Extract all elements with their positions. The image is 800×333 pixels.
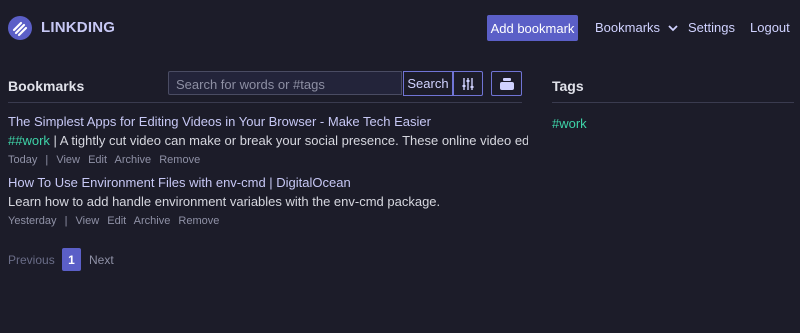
pagination-previous: Previous — [8, 253, 55, 267]
bookmark-actions: Today | View Edit Archive Remove — [8, 153, 528, 167]
bookmark-description-text: | A tightly cut video can make or break … — [49, 133, 528, 148]
sliders-icon — [462, 77, 474, 90]
linkding-logo-icon[interactable] — [8, 16, 32, 40]
bookmark-date: Yesterday — [8, 215, 57, 227]
bookmark-actions: Yesterday | View Edit Archive Remove — [8, 214, 528, 228]
bookmarks-heading: Bookmarks — [8, 78, 85, 94]
view-link[interactable]: View — [76, 215, 100, 227]
bulk-edit-button[interactable] — [491, 71, 522, 96]
bookmark-item: The Simplest Apps for Editing Videos in … — [8, 114, 528, 167]
bookmark-item: How To Use Environment Files with env-cm… — [8, 175, 528, 228]
nav-bookmarks-dropdown[interactable]: Bookmarks — [595, 20, 678, 35]
search-options-button[interactable] — [453, 71, 483, 96]
tags-divider — [552, 102, 794, 103]
tags-heading: Tags — [552, 78, 584, 94]
remove-link[interactable]: Remove — [159, 154, 200, 166]
actions-separator: | — [64, 215, 68, 227]
bookmark-tag-link[interactable]: ##work — [8, 133, 50, 148]
bookmark-title-link[interactable]: The Simplest Apps for Editing Videos in … — [8, 114, 528, 130]
archive-link[interactable]: Archive — [114, 154, 151, 166]
actions-separator: | — [45, 154, 49, 166]
view-link[interactable]: View — [56, 154, 80, 166]
bookmark-description-text: Learn how to add handle environment vari… — [8, 194, 441, 209]
chevron-down-icon — [668, 24, 678, 31]
tag-cloud-item[interactable]: #work — [552, 116, 587, 131]
archive-link[interactable]: Archive — [134, 215, 171, 227]
nav-bookmarks-label: Bookmarks — [595, 20, 661, 35]
app-name[interactable]: LINKDING — [41, 19, 115, 36]
remove-link[interactable]: Remove — [178, 215, 219, 227]
add-bookmark-button[interactable]: Add bookmark — [487, 15, 578, 41]
bookmark-description: ##work | A tightly cut video can make or… — [8, 133, 528, 149]
bookmark-description: Learn how to add handle environment vari… — [8, 194, 528, 210]
top-navbar: LINKDING Add bookmark Bookmarks Settings… — [0, 0, 800, 56]
edit-link[interactable]: Edit — [107, 215, 126, 227]
pagination-current-page[interactable]: 1 — [62, 248, 81, 271]
nav-settings-link[interactable]: Settings — [688, 20, 735, 35]
search-button[interactable]: Search — [403, 71, 453, 96]
bookmark-title-link[interactable]: How To Use Environment Files with env-cm… — [8, 175, 528, 191]
archive-box-icon — [499, 77, 514, 90]
bookmark-date: Today — [8, 154, 38, 166]
pagination-next[interactable]: Next — [89, 253, 114, 267]
edit-link[interactable]: Edit — [88, 154, 107, 166]
search-input[interactable]: Search for words or #tags — [168, 71, 402, 95]
nav-logout-link[interactable]: Logout — [750, 20, 790, 35]
bookmarks-divider — [8, 102, 522, 103]
